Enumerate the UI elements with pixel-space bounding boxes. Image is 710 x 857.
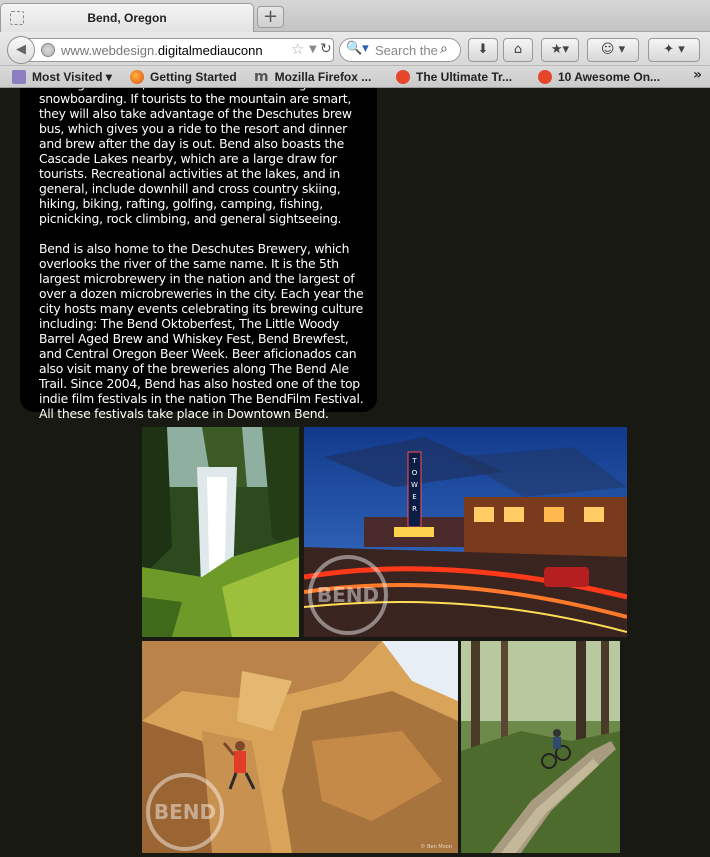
- addon-button[interactable]: ☺ ▾: [587, 38, 639, 62]
- mountain-biking-photo: [461, 641, 620, 853]
- tower-sign-letter: W: [411, 481, 418, 489]
- search-input[interactable]: Search the: [375, 43, 438, 58]
- photo-credit: © Ben Moon: [420, 844, 452, 850]
- stumbleupon-icon: [538, 70, 552, 84]
- paragraph-recreation: the edge of Bend, and is renowned for sk…: [39, 88, 352, 226]
- tower-sign-letter: R: [412, 505, 417, 513]
- url-bar[interactable]: www.webdesign.digitalmediauconn ☆ ▼ ↻: [24, 38, 334, 62]
- stumbleupon-icon: [396, 70, 410, 84]
- back-button[interactable]: ◀: [7, 36, 35, 64]
- url-text[interactable]: www.webdesign.digitalmediauconn: [61, 43, 263, 58]
- paragraph-brewery: Bend is also home to the Deschutes Brewe…: [39, 241, 364, 421]
- rock-climbing-photo: BEND © Ben Moon: [142, 641, 458, 853]
- article-text-box: the edge of Bend, and is renowned for sk…: [20, 88, 377, 421]
- bookmarks-toolbar: Most Visited ▾ Getting Started m Mozilla …: [0, 66, 710, 88]
- firefox-icon: [130, 70, 144, 84]
- url-prefix: www.webdesign.: [61, 43, 158, 58]
- bookmark-mozilla-firefox[interactable]: m Mozilla Firefox ...: [254, 69, 371, 85]
- home-icon: ⌂: [513, 42, 523, 57]
- bookmark-label: Most Visited: [32, 70, 103, 84]
- bookmarks-menu-button[interactable]: ★▾: [541, 38, 579, 62]
- search-engine-icon[interactable]: 🔍▾: [346, 41, 369, 56]
- bookmark-ultimate[interactable]: The Ultimate Tr...: [396, 69, 512, 85]
- bookmark-label: The Ultimate Tr...: [416, 70, 513, 84]
- back-arrow-icon: ◀: [16, 42, 26, 57]
- tab-strip: Bend, Oregon +: [0, 0, 710, 32]
- bookmark-label: Mozilla Firefox ...: [274, 70, 372, 84]
- tab-title: Bend, Oregon: [87, 11, 167, 25]
- waterfall-illustration: [142, 427, 299, 637]
- extensions-button[interactable]: ✦ ▾: [648, 38, 700, 62]
- folder-icon: [12, 70, 26, 84]
- bookmarks-star-icon: ★▾: [550, 42, 570, 57]
- forest-trail-illustration: [461, 641, 620, 853]
- reload-icon[interactable]: ↻: [320, 41, 332, 57]
- url-history-dropdown-icon[interactable]: ▼: [309, 44, 317, 55]
- bookmark-awesome[interactable]: 10 Awesome On...: [538, 69, 660, 85]
- bookmarks-overflow-icon[interactable]: »: [693, 67, 702, 83]
- new-tab-button[interactable]: +: [257, 6, 284, 28]
- bookmark-getting-started[interactable]: Getting Started: [130, 69, 237, 85]
- page-content: the edge of Bend, and is renowned for sk…: [0, 88, 710, 857]
- bookmark-label: 10 Awesome On...: [558, 70, 661, 84]
- tower-sign-letter: T: [411, 457, 417, 465]
- bend-watermark-stamp: BEND: [146, 773, 224, 851]
- search-magnifier-icon[interactable]: ⌕: [440, 41, 448, 57]
- chevron-down-icon: ▾: [105, 70, 112, 84]
- downloads-button[interactable]: ⬇: [468, 38, 498, 62]
- waterfall-photo: [142, 427, 299, 637]
- bookmark-most-visited[interactable]: Most Visited ▾: [12, 69, 112, 85]
- bookmark-label: Getting Started: [150, 70, 237, 84]
- tower-sign-letter: E: [412, 493, 416, 501]
- active-tab[interactable]: Bend, Oregon: [0, 3, 254, 32]
- bend-watermark-stamp: BEND: [308, 555, 388, 635]
- bookmark-star-icon[interactable]: ☆: [291, 40, 304, 58]
- home-button[interactable]: ⌂: [503, 38, 533, 62]
- navigation-toolbar: www.webdesign.digitalmediauconn ☆ ▼ ↻ ◀ …: [0, 32, 710, 66]
- globe-icon: [41, 43, 55, 57]
- download-arrow-icon: ⬇: [477, 42, 489, 57]
- tower-sign-letter: O: [412, 469, 418, 477]
- tower-theater-photo: T O W E R BEND: [304, 427, 627, 637]
- puzzle-icon: ✦ ▾: [663, 42, 685, 57]
- smiley-face-icon: ☺ ▾: [600, 42, 626, 57]
- search-bar[interactable]: 🔍▾ Search the ⌕: [339, 38, 461, 62]
- url-domain: digitalmediauconn: [157, 43, 263, 58]
- mozilla-icon: m: [254, 69, 269, 85]
